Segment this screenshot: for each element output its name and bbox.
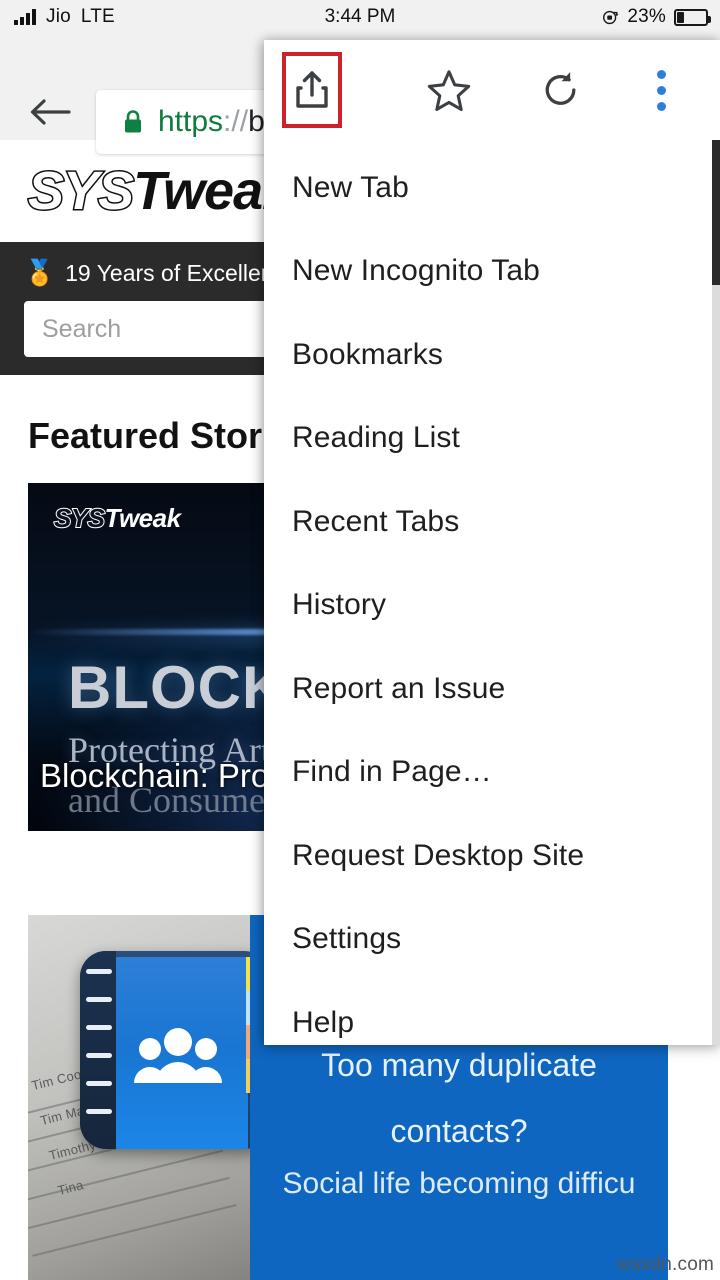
thumbnail-logo-tweak: Tweak bbox=[104, 503, 182, 533]
menu-item-label: Recent Tabs bbox=[292, 504, 460, 538]
menu-item-label: History bbox=[292, 588, 387, 622]
bookmark-button[interactable] bbox=[404, 40, 494, 140]
clock-label: 3:44 PM bbox=[324, 6, 396, 27]
menu-item-label: Help bbox=[292, 1005, 355, 1039]
menu-item-history[interactable]: History bbox=[264, 564, 720, 648]
url-text: https://b bbox=[158, 105, 265, 139]
battery-percent-label: 23% bbox=[627, 6, 666, 27]
reload-icon bbox=[545, 72, 576, 105]
menu-item-reading-list[interactable]: Reading List bbox=[264, 397, 720, 481]
menu-item-label: Request Desktop Site bbox=[292, 838, 585, 872]
menu-item-label: New Tab bbox=[292, 170, 409, 204]
menu-item-list: New Tab New Incognito Tab Bookmarks Reading… bbox=[264, 140, 720, 1065]
article-title: Blockchain: Prot bbox=[40, 757, 279, 794]
menu-item-label: Bookmarks bbox=[292, 337, 443, 371]
site-logo-sys: SYS bbox=[26, 161, 135, 221]
phone-screen: Jio LTE 3:44 PM 23% https://b SYSTweak 🏅… bbox=[0, 0, 720, 1280]
site-logo[interactable]: SYSTweak bbox=[26, 161, 292, 221]
watermark-label: wsxdn.com bbox=[617, 1254, 714, 1275]
url-scheme: https bbox=[158, 105, 224, 138]
ad-subtitle-line3: Social life becoming difficu bbox=[282, 1167, 636, 1200]
menu-item-new-incognito-tab[interactable]: New Incognito Tab bbox=[264, 230, 720, 314]
url-separator: :// bbox=[223, 105, 249, 138]
menu-item-label: Reading List bbox=[292, 421, 460, 455]
padlock-icon bbox=[122, 109, 144, 135]
menu-item-label: Settings bbox=[292, 922, 402, 956]
app-icon-spine bbox=[80, 951, 116, 1149]
share-button[interactable] bbox=[282, 52, 342, 128]
menu-item-recent-tabs[interactable]: Recent Tabs bbox=[264, 480, 720, 564]
status-bar: Jio LTE 3:44 PM 23% bbox=[0, 0, 720, 34]
menu-item-report-an-issue[interactable]: Report an Issue bbox=[264, 647, 720, 731]
menu-item-bookmarks[interactable]: Bookmarks bbox=[264, 313, 720, 397]
menu-item-new-tab[interactable]: New Tab bbox=[264, 146, 720, 230]
people-group-icon bbox=[132, 1025, 224, 1092]
status-bar-right: 23% bbox=[602, 6, 711, 28]
menu-toolbar-row bbox=[264, 40, 720, 140]
menu-scrollbar-thumb[interactable] bbox=[712, 140, 720, 285]
menu-item-find-in-page[interactable]: Find in Page… bbox=[264, 731, 720, 815]
menu-item-help[interactable]: Help bbox=[264, 981, 720, 1065]
thumbnail-headline: BLOCK bbox=[68, 654, 287, 721]
menu-item-request-desktop-site[interactable]: Request Desktop Site bbox=[264, 814, 720, 898]
back-button[interactable] bbox=[26, 92, 74, 132]
three-dot-menu-icon bbox=[656, 69, 666, 111]
promo-text: 19 Years of Excellence bbox=[65, 260, 298, 286]
star-icon bbox=[427, 70, 471, 111]
menu-item-settings[interactable]: Settings bbox=[264, 898, 720, 982]
menu-item-label: Report an Issue bbox=[292, 671, 506, 705]
thumbnail-logo: SYSTweak bbox=[53, 502, 182, 534]
thumbnail-logo-sys: SYS bbox=[53, 502, 106, 534]
battery-icon bbox=[674, 8, 711, 26]
three-dot-menu-button[interactable] bbox=[616, 40, 706, 140]
site-search-placeholder: Search bbox=[42, 314, 122, 343]
tuneup-contacts-app-icon: ABCD bbox=[80, 951, 270, 1149]
ad-contact-name: Tina bbox=[56, 1177, 85, 1198]
browser-overflow-menu: New Tab New Incognito Tab Bookmarks Reading… bbox=[264, 40, 720, 1045]
ad-subtitle-line2: contacts? bbox=[390, 1113, 528, 1149]
menu-item-label: Find in Page… bbox=[292, 755, 492, 789]
url-host: b bbox=[248, 105, 265, 138]
medal-icon: 🏅 bbox=[24, 259, 56, 287]
rotation-lock-icon bbox=[602, 9, 619, 26]
share-icon bbox=[296, 71, 328, 108]
reload-button[interactable] bbox=[516, 40, 606, 140]
back-arrow-icon bbox=[30, 99, 71, 125]
menu-item-label: New Incognito Tab bbox=[292, 254, 540, 288]
